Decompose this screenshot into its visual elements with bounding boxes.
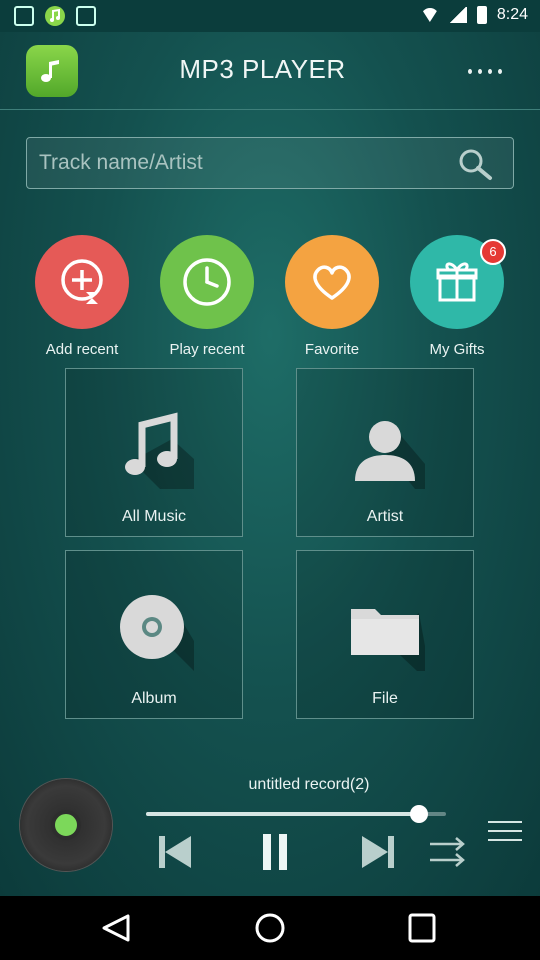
now-playing-disc[interactable] (20, 779, 112, 871)
my-gifts-button[interactable]: 6 (410, 235, 506, 329)
add-hourglass-icon (61, 259, 103, 304)
add-recent-button[interactable] (35, 235, 129, 329)
favorite-button[interactable] (285, 235, 379, 329)
status-time: 8:24 (496, 6, 528, 23)
notification-icon-2 (76, 6, 96, 26)
gift-count-badge: 6 (480, 239, 506, 265)
quick-my-gifts[interactable]: 6 My Gifts (402, 235, 512, 358)
more-dots-icon[interactable] (468, 62, 502, 80)
tile-label: File (372, 690, 398, 707)
tile-label: Artist (366, 508, 404, 525)
system-nav-bar (0, 896, 540, 960)
person-icon (355, 421, 425, 489)
play-recent-button[interactable] (160, 235, 254, 329)
tile-all-music[interactable]: All Music (65, 368, 243, 537)
disc-icon (120, 595, 194, 671)
tile-label: All Music (121, 508, 186, 525)
shuffle-icon[interactable] (426, 832, 470, 872)
quick-add-recent[interactable]: Add recent (27, 235, 137, 358)
quick-label: My Gifts (429, 341, 485, 358)
search-input[interactable] (39, 148, 439, 178)
heart-icon (313, 265, 351, 300)
home-icon[interactable] (252, 912, 288, 944)
tile-album[interactable]: Album (65, 550, 243, 719)
previous-icon[interactable] (153, 832, 197, 872)
recents-icon[interactable] (404, 912, 440, 944)
search-bar (26, 137, 514, 189)
progress-fill (146, 812, 419, 816)
wifi-icon (420, 8, 439, 22)
gift-icon (436, 262, 478, 302)
tile-artist[interactable]: Artist (296, 368, 474, 537)
app-screen: MP3 PLAYER Add recent (0, 32, 540, 896)
pause-icon[interactable] (253, 832, 297, 872)
next-icon[interactable] (356, 832, 400, 872)
playlist-icon[interactable] (484, 816, 524, 846)
music-note-icon (125, 412, 194, 491)
quick-play-recent[interactable]: Play recent (152, 235, 262, 358)
signal-icon (448, 7, 467, 23)
music-notification-icon (45, 6, 65, 26)
search-icon[interactable] (457, 147, 493, 181)
now-playing-title: untitled record(2) (248, 776, 370, 793)
quick-label: Play recent (169, 341, 245, 358)
battery-icon (476, 6, 487, 24)
status-bar: 8:24 (0, 0, 540, 32)
quick-label: Favorite (304, 341, 360, 358)
quick-label: Add recent (45, 341, 119, 358)
progress-bar[interactable] (146, 805, 446, 823)
tile-file[interactable]: File (296, 550, 474, 719)
page-title: MP3 PLAYER (179, 54, 346, 84)
tile-label: Album (131, 690, 177, 707)
clock-icon (183, 258, 231, 306)
folder-icon (351, 609, 425, 671)
quick-favorite[interactable]: Favorite (277, 235, 387, 358)
notification-icon (14, 6, 34, 26)
back-icon[interactable] (98, 912, 134, 944)
progress-knob[interactable] (410, 805, 428, 823)
app-header: MP3 PLAYER (0, 32, 540, 110)
